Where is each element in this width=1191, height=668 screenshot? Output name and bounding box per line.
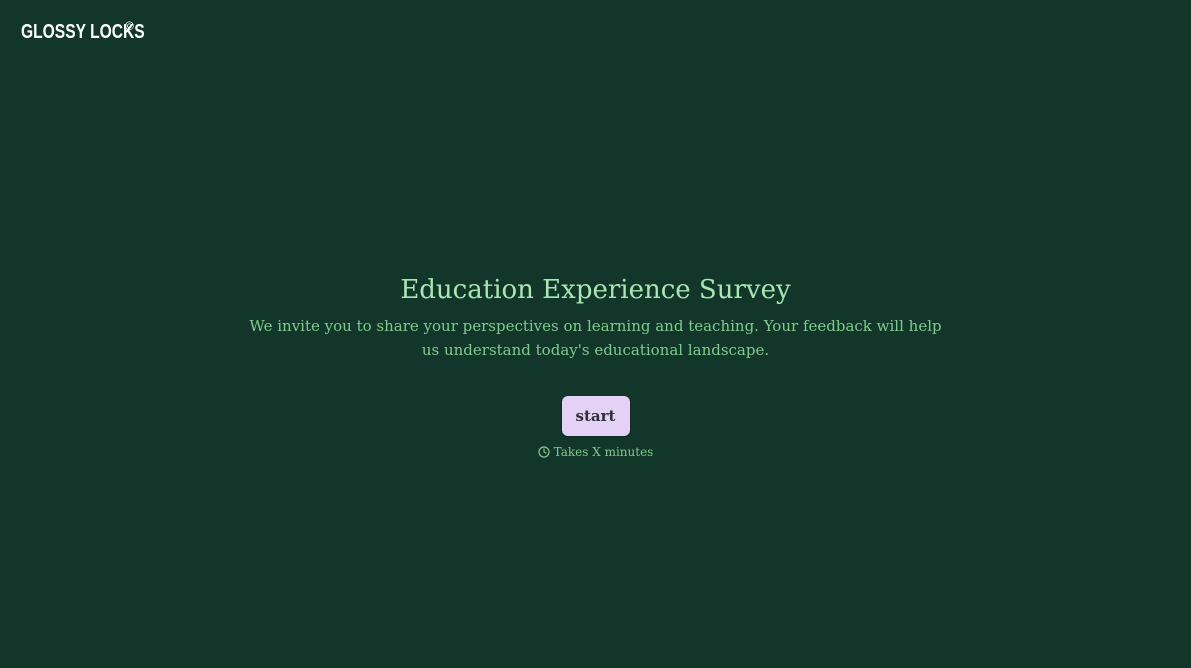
page-description: We invite you to share your perspectives…: [249, 317, 942, 359]
survey-intro: Education Experience Survey We invite yo…: [0, 272, 1191, 460]
clock-icon: [538, 446, 550, 458]
copyright-mark: ©: [125, 19, 134, 33]
brand-logo[interactable]: GLOSSY LOCKS ©: [21, 19, 180, 44]
duration-note: Takes X minutes: [0, 444, 1191, 460]
start-button[interactable]: start: [561, 396, 630, 436]
page-title: Education Experience Survey: [400, 275, 791, 305]
duration-text: Takes X minutes: [553, 445, 654, 459]
